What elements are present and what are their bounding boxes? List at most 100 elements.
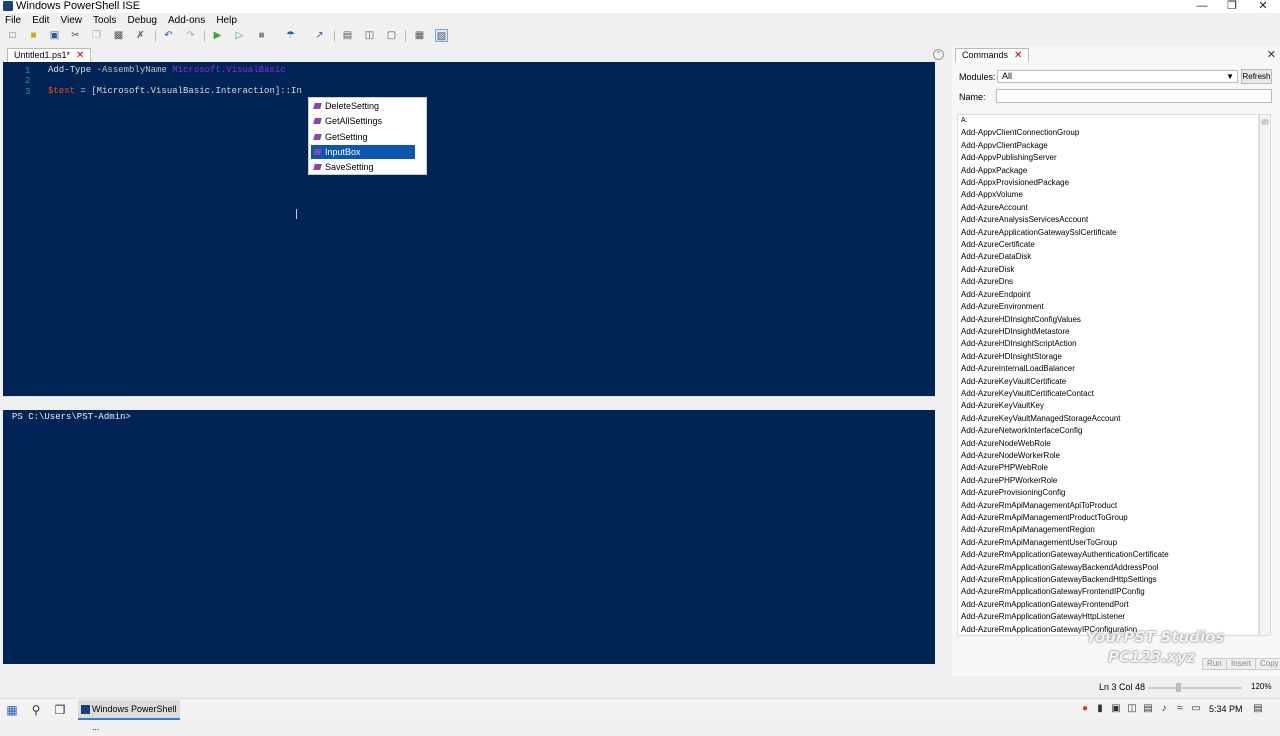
save-icon[interactable]: ▣ [48, 29, 61, 42]
editor-horizontal-scrollbar[interactable] [3, 396, 935, 408]
battery-icon[interactable]: ▭ [1190, 703, 1202, 716]
command-list-item[interactable]: Add-AzureDisk [958, 264, 1258, 276]
script-editor[interactable]: 1 2 3 Add-Type -AssemblyName Microsoft.V… [3, 62, 935, 396]
tray-indicator-icon[interactable]: ● [1079, 703, 1091, 716]
menu-tools[interactable]: Tools [93, 14, 116, 27]
run-button[interactable]: Run [1202, 658, 1227, 670]
minimize-button[interactable]: — [1187, 0, 1217, 13]
command-list-item[interactable]: Add-AzureHDInsightConfigValues [958, 314, 1258, 326]
command-list-item[interactable]: Add-AzureRmApiManagementRegion [958, 524, 1258, 536]
name-filter-input[interactable] [996, 89, 1272, 103]
task-view-icon[interactable]: ❐ [52, 702, 68, 718]
command-list-item[interactable]: Add-AzureEndpoint [958, 289, 1258, 301]
copy-button[interactable]: Copy [1255, 658, 1280, 670]
collapse-pane-icon[interactable]: ⌃ [933, 49, 944, 60]
command-list-item[interactable]: Add-AzurePHPWebRole [958, 462, 1258, 474]
command-list-item[interactable]: Add-AzureRmApplicationGatewayHttpListene… [958, 611, 1258, 623]
command-list-item[interactable]: Add-AzureRmApiManagementProductToGroup [958, 512, 1258, 524]
close-pane-icon[interactable]: ✕ [1267, 48, 1276, 61]
search-icon[interactable]: ⚲ [28, 702, 44, 718]
wifi-icon[interactable]: ≈ [1174, 703, 1186, 716]
command-list-item[interactable]: Add-AzureRmApiManagementUserToGroup [958, 537, 1258, 549]
menu-help[interactable]: Help [216, 14, 237, 27]
command-list-item[interactable]: Add-AzureNetworkInterfaceConfig [958, 425, 1258, 437]
show-commands-addon-icon[interactable]: ▨ [435, 29, 448, 42]
zoom-slider-handle[interactable] [1176, 683, 1181, 692]
command-list-item[interactable]: Add-AzureCertificate [958, 239, 1258, 251]
command-list-item[interactable]: Add-AzureAnalysisServicesAccount [958, 214, 1258, 226]
paste-icon[interactable]: ▩ [112, 29, 125, 42]
intellisense-item[interactable]: GetSetting [311, 130, 415, 144]
remote-powershell-icon[interactable]: ☂ [284, 29, 297, 42]
command-list-item[interactable]: Add-AzureRmApplicationGatewayAuthenticat… [958, 549, 1258, 561]
menu-edit[interactable]: Edit [32, 14, 49, 27]
tab-commands[interactable]: Commands ✕ [955, 48, 1030, 62]
show-script-right-icon[interactable]: ◫ [363, 29, 376, 42]
command-list-item[interactable]: Add-AzureRmApplicationGatewayFrontendPor… [958, 599, 1258, 611]
undo-icon[interactable]: ↶ [162, 29, 175, 42]
menu-debug[interactable]: Debug [127, 14, 156, 27]
command-list-item[interactable]: Add-AppxProvisionedPackage [958, 177, 1258, 189]
copy-icon[interactable]: ❐ [90, 29, 103, 42]
intellisense-item[interactable]: SaveSetting [311, 160, 415, 174]
command-list-item[interactable]: Add-AzureHDInsightMetastore [958, 326, 1258, 338]
command-list-item[interactable]: Add-AppvClientPackage [958, 140, 1258, 152]
command-list-item[interactable]: Add-AppvClientConnectionGroup [958, 127, 1258, 139]
command-list-item[interactable]: Add-AzureKeyVaultKey [958, 400, 1258, 412]
taskbar-powershell-ise[interactable]: Windows PowerShell ... [78, 700, 180, 732]
intellisense-item[interactable]: GetAllSettings [311, 114, 415, 128]
intellisense-item[interactable]: DeleteSetting [311, 99, 415, 113]
volume-icon[interactable]: ♪ [1158, 703, 1170, 716]
close-window-button[interactable]: ✕ [1248, 0, 1278, 13]
command-list-item[interactable]: Add-AzureProvisioningConfig [958, 487, 1258, 499]
close-tab-icon[interactable]: ✕ [1014, 50, 1022, 61]
command-list-item[interactable]: Add-AppxPackage [958, 165, 1258, 177]
command-list-item[interactable]: Add-AzureNodeWebRole [958, 438, 1258, 450]
command-list-item[interactable]: Add-AzureAccount [958, 202, 1258, 214]
stop-icon[interactable]: ■ [255, 29, 268, 42]
new-file-icon[interactable]: □ [6, 29, 19, 42]
run-script-icon[interactable]: ▶ [211, 29, 224, 42]
command-list-item[interactable]: Add-AzureInternalLoadBalancer [958, 363, 1258, 375]
command-list-item[interactable]: Add-AzureRmApiManagementApiToProduct [958, 500, 1258, 512]
open-folder-icon[interactable]: ■ [27, 29, 40, 42]
redo-icon[interactable]: ↷ [184, 29, 197, 42]
menu-addons[interactable]: Add-ons [168, 14, 205, 27]
show-commands-window-icon[interactable]: ▦ [413, 29, 426, 42]
command-list-item[interactable]: Add-AzureNodeWorkerRole [958, 450, 1258, 462]
cut-icon[interactable]: ✂ [69, 29, 82, 42]
start-powershell-icon[interactable]: ↗ [313, 29, 326, 42]
command-list-item[interactable]: Add-AzureApplicationGatewaySslCertificat… [958, 227, 1258, 239]
run-selection-icon[interactable]: ▷ [233, 29, 246, 42]
command-list[interactable]: A: Add-AppvClientConnectionGroup Add-Appv… [957, 114, 1259, 636]
tab-untitled1[interactable]: Untitled1.ps1* ✕ [7, 48, 92, 62]
console-pane[interactable]: PS C:\Users\PST-Admin> [3, 410, 935, 664]
command-list-item[interactable]: Add-AppvPublishingServer [958, 152, 1258, 164]
close-tab-icon[interactable]: ✕ [76, 50, 84, 61]
show-script-maximized-icon[interactable]: ▢ [385, 29, 398, 42]
intellisense-item-selected[interactable]: InputBox [311, 145, 415, 159]
command-list-item[interactable]: Add-AzureKeyVaultManagedStorageAccount [958, 413, 1258, 425]
notifications-icon[interactable]: ▤ [1252, 703, 1264, 716]
command-list-item[interactable]: Add-AzurePHPWorkerRole [958, 475, 1258, 487]
tray-monitor-icon[interactable]: ◫ [1126, 703, 1138, 716]
command-list-item[interactable]: Add-AzureDns [958, 276, 1258, 288]
tray-network-icon[interactable]: ▤ [1142, 703, 1154, 716]
command-list-item[interactable]: Add-AzureHDInsightScriptAction [958, 338, 1258, 350]
command-list-item[interactable]: Add-AzureEnvironment [958, 301, 1258, 313]
clear-console-icon[interactable]: ✗ [134, 29, 147, 42]
zoom-slider[interactable] [1148, 687, 1242, 689]
command-list-scrollbar[interactable] [1259, 114, 1271, 636]
start-icon[interactable]: ▦ [4, 702, 20, 718]
modules-select[interactable]: All ▼ [997, 70, 1238, 83]
insert-button[interactable]: Insert [1226, 658, 1257, 670]
restore-button[interactable]: ❐ [1217, 0, 1247, 13]
command-list-item[interactable]: Add-AzureHDInsightStorage [958, 351, 1258, 363]
refresh-button[interactable]: Refresh [1241, 69, 1272, 84]
command-list-item[interactable]: Add-AppxVolume [958, 189, 1258, 201]
command-list-item[interactable]: Add-AzureRmApplicationGatewayBackendHttp… [958, 574, 1258, 586]
tray-tablet-icon[interactable]: ▣ [1110, 703, 1122, 716]
command-list-item[interactable]: Add-AzureDataDisk [958, 251, 1258, 263]
command-list-item[interactable]: Add-AzureRmApplicationGatewayFrontendIPC… [958, 586, 1258, 598]
editor-vertical-scrollbar[interactable] [935, 62, 948, 396]
